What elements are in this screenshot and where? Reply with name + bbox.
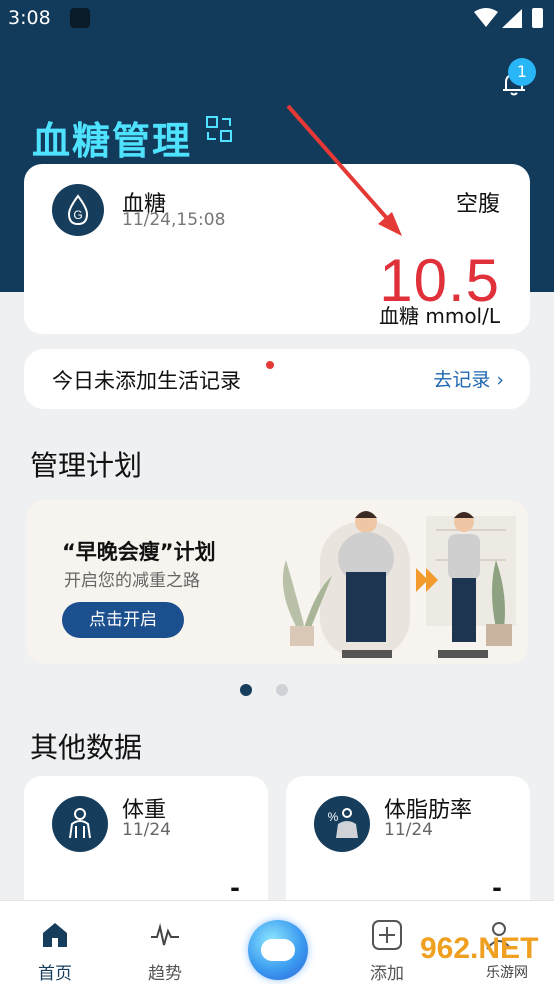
- trend-icon: [151, 923, 179, 946]
- status-bar: 3:08: [0, 0, 554, 38]
- person-icon: [52, 796, 108, 852]
- unread-dot: [266, 361, 274, 369]
- body-fat-date: 11/24: [384, 820, 433, 840]
- nav-trend-label: 趋势: [148, 964, 182, 984]
- status-time: 3:08: [8, 7, 51, 29]
- start-plan-button[interactable]: 点击开启: [62, 602, 184, 638]
- carousel-dot[interactable]: [276, 684, 288, 696]
- chat-assistant-button[interactable]: [248, 920, 308, 980]
- nav-home-label: 首页: [38, 964, 72, 984]
- life-record-bar[interactable]: 今日未添加生活记录 去记录 ›: [24, 349, 530, 409]
- watermark-text: 962.NET: [420, 932, 539, 965]
- add-icon: [372, 920, 402, 950]
- site-watermark: 962.NET 乐游网: [416, 930, 554, 984]
- other-data-section-title: 其他数据: [30, 731, 143, 764]
- glucose-card[interactable]: G 血糖 11/24,15:08 空腹 10.5 血糖 mmol/L: [24, 164, 530, 334]
- weight-value: -: [230, 874, 240, 902]
- signal-icon: [502, 9, 522, 28]
- wifi-icon: [474, 8, 498, 27]
- banner-subtitle: 开启您的减重之路: [64, 571, 200, 591]
- svg-text:%: %: [328, 810, 339, 824]
- weight-loss-illustration: [282, 511, 516, 658]
- chat-bubble-icon: [261, 939, 295, 961]
- nav-home[interactable]: 首页: [10, 901, 100, 984]
- nav-trend[interactable]: 趋势: [120, 901, 210, 984]
- svg-text:G: G: [73, 208, 82, 222]
- plan-section-title: 管理计划: [30, 449, 143, 482]
- banner-heading: “早晚会瘦”计划: [62, 540, 216, 564]
- weight-date: 11/24: [122, 820, 171, 840]
- life-record-text: 今日未添加生活记录: [52, 369, 241, 393]
- watermark-subtext: 乐游网: [486, 965, 528, 981]
- home-icon: [43, 923, 67, 947]
- switch-icon[interactable]: [204, 114, 234, 144]
- battery-icon: [532, 8, 543, 28]
- glucose-drop-icon: G: [52, 184, 104, 236]
- notification-badge: 1: [508, 58, 536, 86]
- go-record-label: 去记录: [433, 369, 491, 391]
- status-notification-icon: [70, 8, 90, 28]
- body-fat-icon: %: [314, 796, 370, 852]
- glucose-datetime: 11/24,15:08: [122, 210, 226, 230]
- glucose-status: 空腹: [455, 192, 500, 217]
- glucose-unit: 血糖 mmol/L: [379, 304, 500, 328]
- chevron-right-icon: ›: [496, 369, 504, 391]
- go-record-link[interactable]: 去记录 ›: [433, 365, 504, 392]
- page-title: 血糖管理: [32, 119, 193, 163]
- carousel-dot-active[interactable]: [240, 684, 252, 696]
- plan-banner[interactable]: “早晚会瘦”计划 开启您的减重之路 点击开启: [26, 500, 528, 664]
- body-fat-value: -: [492, 874, 502, 902]
- annotation-arrow: [286, 104, 402, 236]
